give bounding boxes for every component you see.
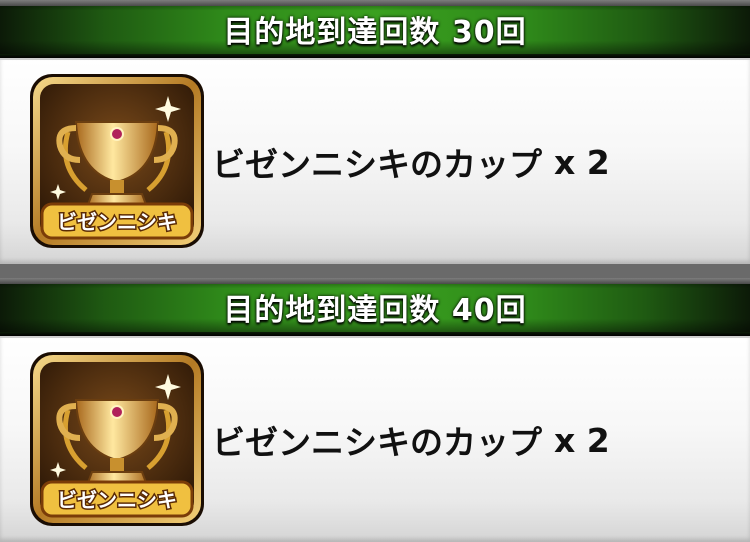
reward-item-name: ビゼンニシキのカップ	[212, 423, 542, 462]
reward-row: 目的地到達回数 40回 ビゼンニシキ ビゼンニシキのカップ x 2	[0, 278, 750, 542]
icon-label: ビゼンニシキ	[57, 488, 177, 512]
reward-header-title: 目的地到達回数 40回	[223, 293, 527, 328]
reward-header: 目的地到達回数 30回	[0, 0, 750, 58]
reward-panel: ビゼンニシキ ビゼンニシキのカップ x 2	[0, 336, 750, 542]
reward-quantity: x 2	[554, 142, 610, 182]
trophy-cup-icon: ビゼンニシキ	[30, 352, 204, 526]
reward-row: 目的地到達回数 30回 ビゼンニシキ ビゼンニシキのカップ x 2	[0, 0, 750, 264]
reward-panel: ビゼンニシキ ビゼンニシキのカップ x 2	[0, 58, 750, 264]
reward-text: ビゼンニシキのカップ x 2	[212, 338, 610, 542]
reward-header-title: 目的地到達回数 30回	[223, 15, 527, 50]
reward-header: 目的地到達回数 40回	[0, 278, 750, 336]
header-top-stripe	[0, 278, 750, 284]
header-top-stripe	[0, 0, 750, 6]
reward-item-name: ビゼンニシキのカップ	[212, 145, 542, 184]
trophy-cup-icon: ビゼンニシキ	[30, 74, 204, 248]
reward-quantity: x 2	[554, 420, 610, 460]
icon-label: ビゼンニシキ	[57, 210, 177, 234]
reward-text: ビゼンニシキのカップ x 2	[212, 60, 610, 264]
